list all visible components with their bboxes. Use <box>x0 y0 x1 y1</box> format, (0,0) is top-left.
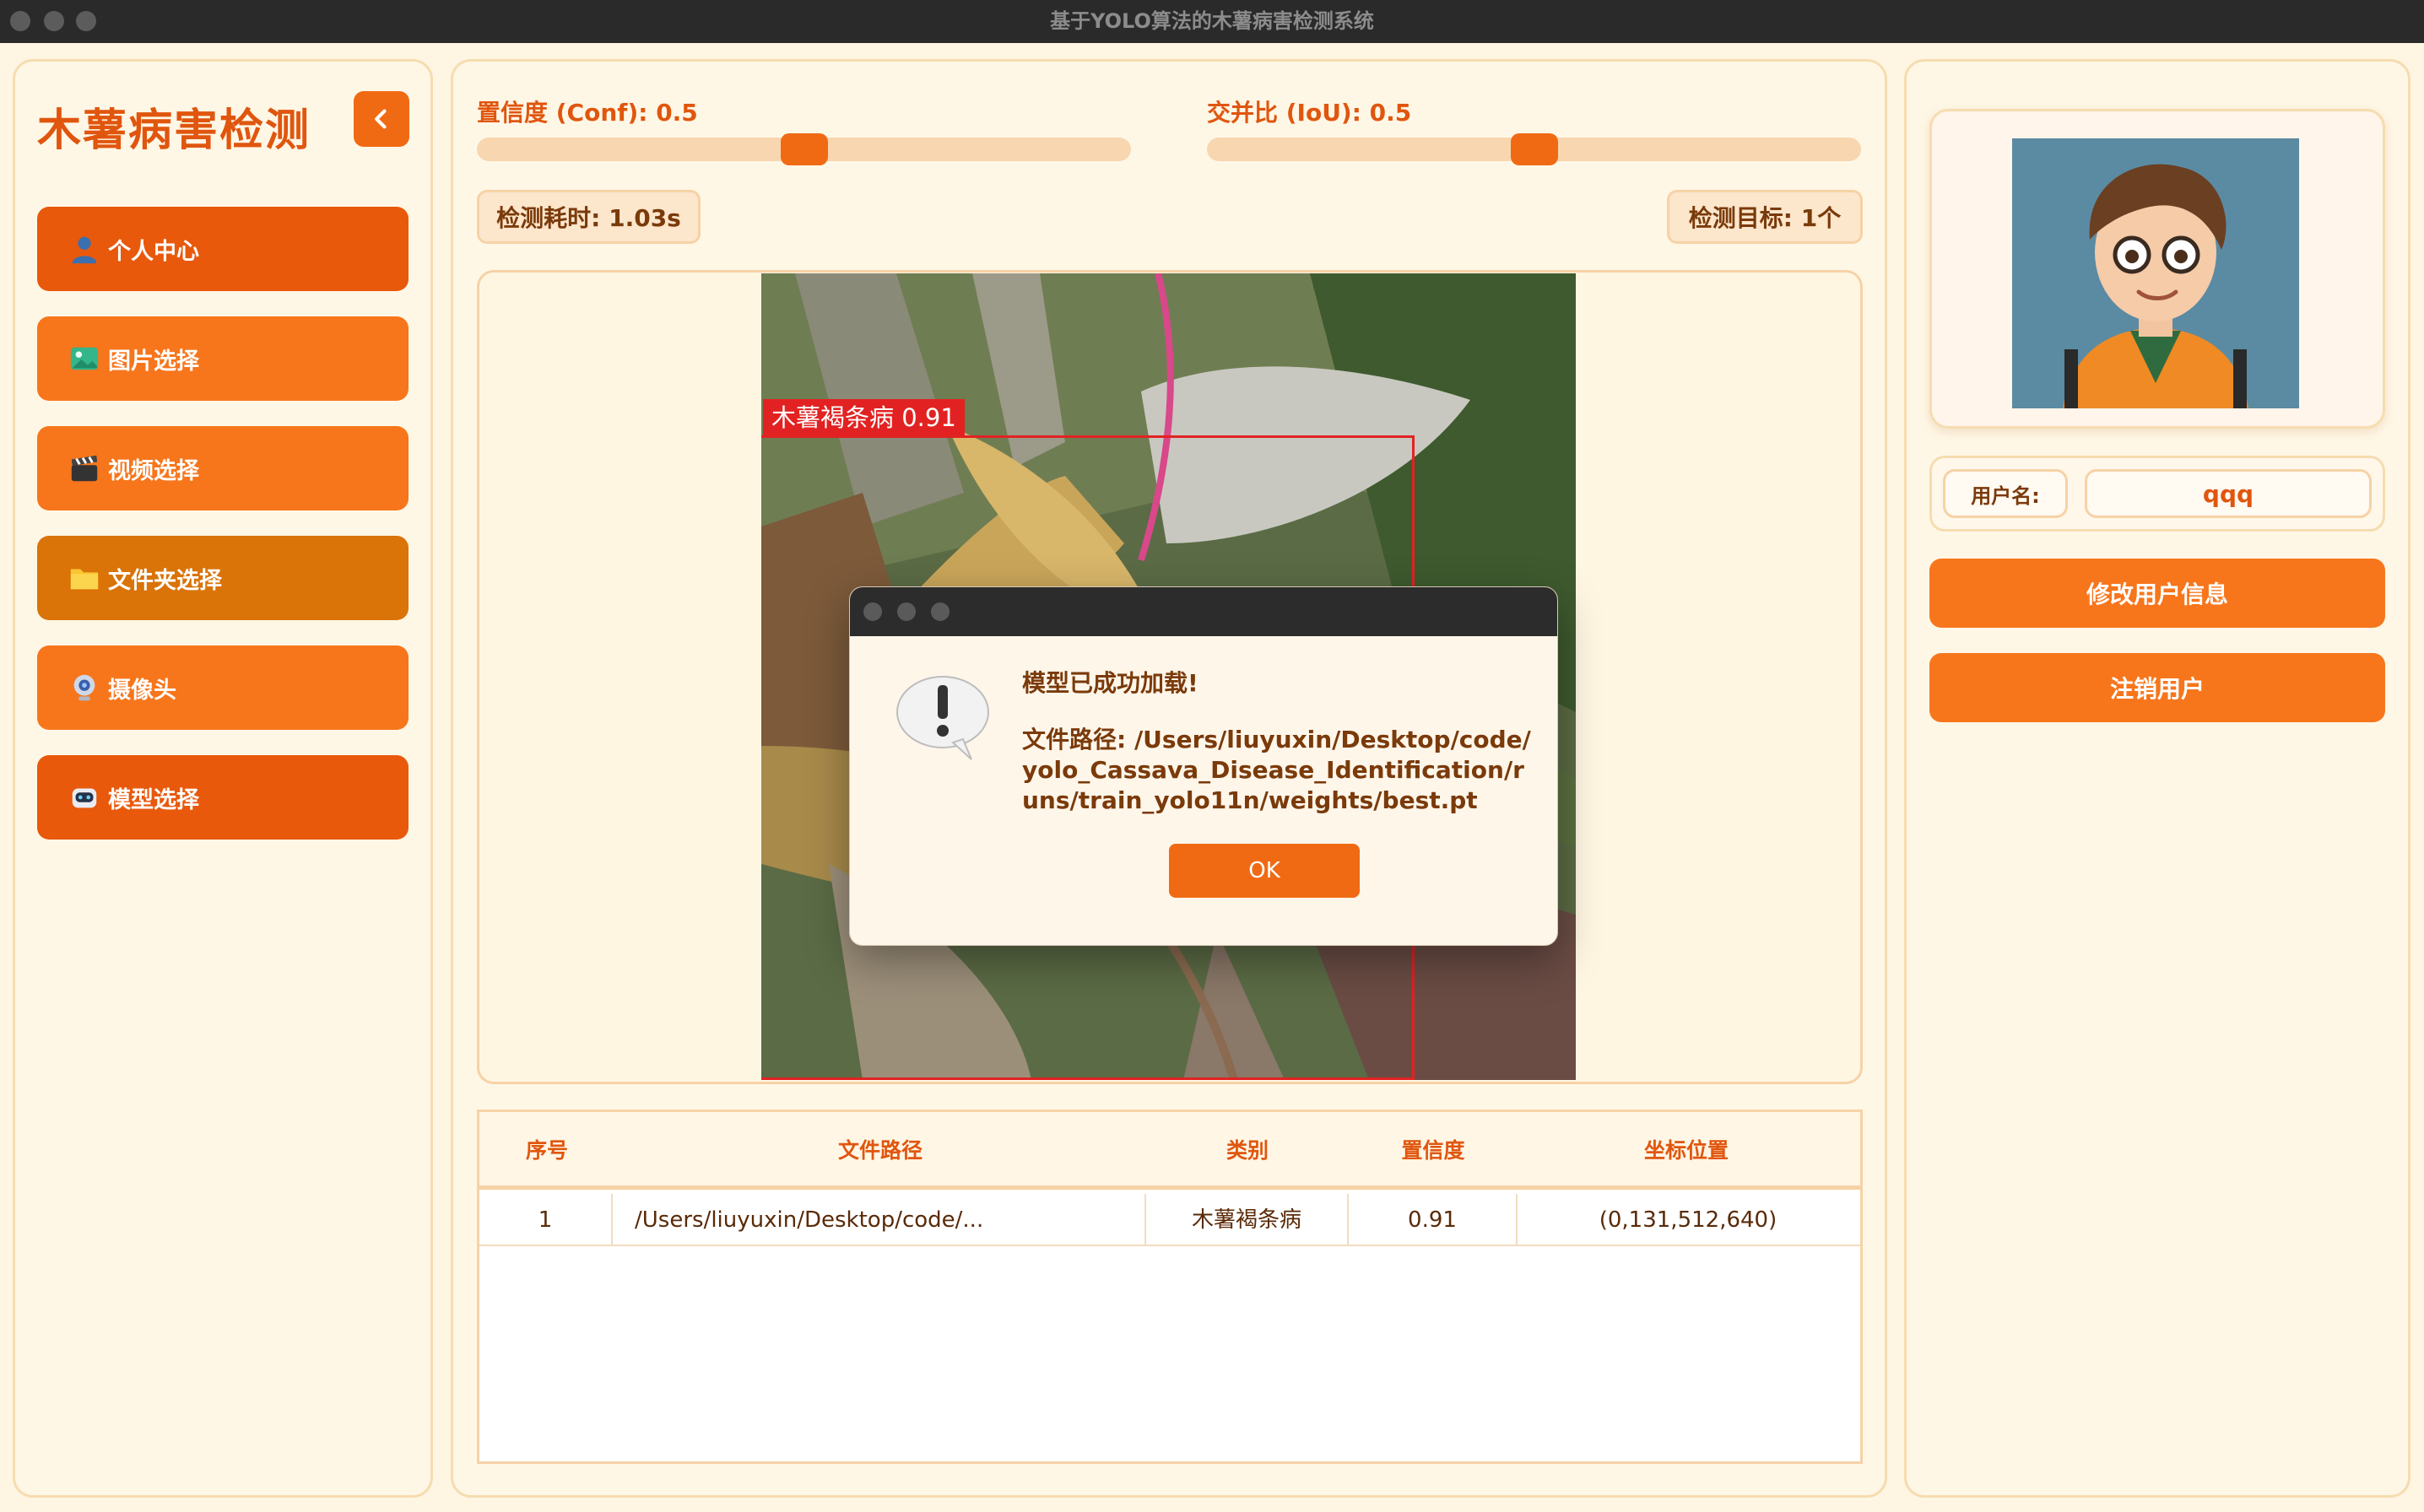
camera-icon <box>68 671 101 705</box>
robot-icon <box>68 780 101 814</box>
sidebar-item-label: 图片选择 <box>108 348 199 375</box>
cell-class: 木薯褐条病 <box>1146 1194 1349 1246</box>
chevron-left-icon <box>375 109 387 129</box>
window-title: 基于YOLO算法的木薯病害检测系统 <box>1050 9 1374 33</box>
sidebar-item-label: 文件夹选择 <box>108 567 222 594</box>
detection-count-badge: 检测目标: 1个 <box>1667 190 1863 244</box>
avatar[interactable] <box>2012 138 2299 408</box>
table-header: 序号 文件路径 类别 置信度 坐标位置 <box>479 1112 1860 1190</box>
edit-user-button[interactable]: 修改用户信息 <box>1929 559 2385 628</box>
folder-icon <box>68 561 101 595</box>
dialog-model-path: 文件路径: /Users/liuyuxin/Desktop/code/yolo_… <box>1022 726 1531 814</box>
table-row[interactable]: 1 /Users/liuyuxin/Desktop/code/... 木薯褐条病… <box>479 1194 1860 1246</box>
col-header-class[interactable]: 类别 <box>1146 1112 1349 1190</box>
conf-slider-handle[interactable] <box>780 133 828 165</box>
cell-confidence: 0.91 <box>1349 1194 1518 1246</box>
iou-label: 交并比 (IoU): 0.5 <box>1207 99 1412 127</box>
dialog-minimize-button[interactable] <box>897 602 916 621</box>
cell-path: /Users/liuyuxin/Desktop/code/... <box>613 1194 1146 1246</box>
username-value: qqq <box>2085 469 2372 518</box>
logout-button[interactable]: 注销用户 <box>1929 653 2385 722</box>
alert-icon <box>896 676 989 760</box>
sidebar-item-image-select[interactable]: 图片选择 <box>37 316 409 401</box>
detection-label: 木薯褐条病 0.91 <box>763 399 965 436</box>
cell-coordinates: (0,131,512,640) <box>1599 1207 1777 1233</box>
sidebar-item-video-select[interactable]: 视频选择 <box>37 426 409 510</box>
sidebar-item-camera[interactable]: 摄像头 <box>37 645 409 730</box>
collapse-sidebar-button[interactable] <box>354 91 409 147</box>
col-header-coordinates[interactable]: 坐标位置 <box>1518 1112 1855 1190</box>
cell-index: 1 <box>479 1194 613 1246</box>
app-title: 木薯病害检测 <box>37 105 311 156</box>
sidebar-item-profile[interactable]: 个人中心 <box>37 207 409 291</box>
conf-label: 置信度 (Conf): 0.5 <box>477 99 698 127</box>
dialog-close-button[interactable] <box>863 602 882 621</box>
ok-button[interactable]: OK <box>1169 844 1360 898</box>
sidebar-item-label: 摄像头 <box>108 677 176 704</box>
model-loaded-dialog: 模型已成功加载! 文件路径: /Users/liuyuxin/Desktop/c… <box>849 586 1558 946</box>
iou-slider-handle[interactable] <box>1510 133 1558 165</box>
results-table: 序号 文件路径 类别 置信度 坐标位置 1 /Users/liuyuxin/De… <box>477 1110 1863 1464</box>
sidebar-item-label: 个人中心 <box>108 238 199 265</box>
detection-time-badge: 检测耗时: 1.03s <box>477 190 701 244</box>
user-icon <box>68 232 101 266</box>
sidebar-item-model-select[interactable]: 模型选择 <box>37 755 409 840</box>
dialog-heading: 模型已成功加载! <box>1022 669 1198 697</box>
clapperboard-icon <box>68 451 101 485</box>
sidebar-item-label: 视频选择 <box>108 457 199 484</box>
col-header-path[interactable]: 文件路径 <box>614 1112 1146 1190</box>
col-header-confidence[interactable]: 置信度 <box>1349 1112 1518 1190</box>
col-header-index[interactable]: 序号 <box>479 1112 614 1190</box>
image-icon <box>68 342 101 375</box>
dialog-zoom-button[interactable] <box>931 602 950 621</box>
window-titlebar: 基于YOLO算法的木薯病害检测系统 <box>0 0 2424 43</box>
username-label: 用户名: <box>1943 469 2068 518</box>
sidebar-item-label: 模型选择 <box>108 786 199 813</box>
sidebar-item-folder-select[interactable]: 文件夹选择 <box>37 536 409 620</box>
dialog-titlebar <box>850 587 1557 636</box>
